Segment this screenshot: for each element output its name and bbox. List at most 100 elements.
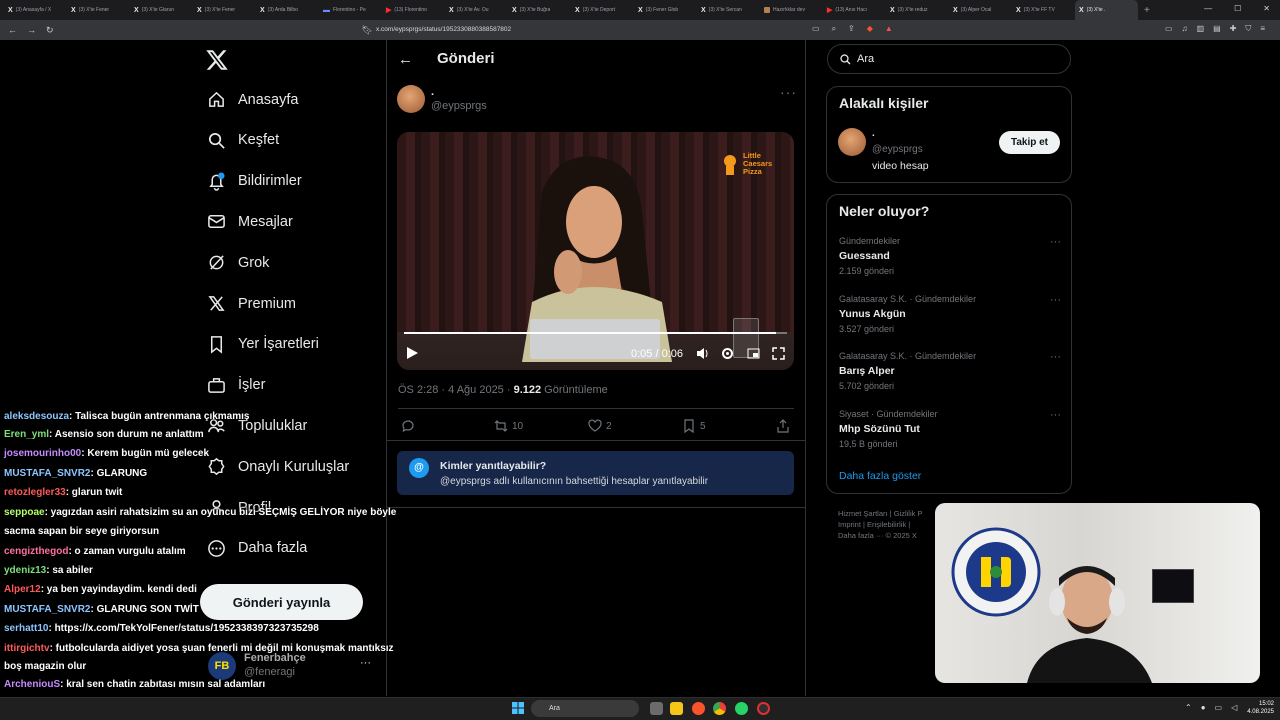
account-more-icon[interactable]: ··· [360,657,371,669]
trend-more-icon[interactable]: ··· [1050,409,1061,421]
follow-button[interactable]: Takip et [999,131,1060,154]
settings-gear-icon[interactable] [721,347,734,360]
share-icon[interactable]: ⇪ [848,24,855,34]
reload-icon[interactable]: ↻ [46,25,54,36]
browser-tab[interactable]: X (3) Alper Öcal [949,0,1012,20]
chat-username[interactable]: ittirgichtv [4,643,50,654]
volume-tray-icon[interactable]: ◁ [1231,703,1237,712]
related-avatar[interactable] [838,128,866,156]
video-progress-bar[interactable] [404,332,787,334]
browser-tab[interactable]: X (3) X'te Av. Ou [445,0,508,20]
post-button[interactable]: Gönderi yayınla [200,584,363,620]
chat-username[interactable]: serhatt10 [4,623,48,634]
extensions-icon[interactable]: ✚ [1230,24,1237,34]
search-input[interactable]: Ara [827,44,1071,74]
volume-icon[interactable] [696,347,709,360]
browser-tab[interactable]: X (3) Anasayfa / X [4,0,67,20]
minimize-icon[interactable]: — [1204,4,1212,13]
bookmark-button[interactable]: 5 [682,419,706,433]
file-explorer-icon[interactable] [670,702,683,715]
chat-username[interactable]: seppoae [4,507,45,518]
browser-tab[interactable]: Hazırlıklar dev [760,0,823,20]
chrome-icon[interactable] [713,702,726,715]
author-name[interactable]: . [431,86,434,98]
brave-shield-icon[interactable]: ◆ [867,24,873,34]
maximize-icon[interactable]: ☐ [1234,4,1241,13]
browser-tab[interactable]: X (3) X'te . [1075,0,1138,20]
mic-icon[interactable]: ● [1201,703,1206,712]
sidebar-toggle-icon[interactable]: ▭ [1165,24,1173,34]
back-icon[interactable]: ← [8,25,17,35]
repost-button[interactable]: 10 [494,419,523,433]
vpn-icon[interactable]: ⛉ [1245,24,1251,34]
split-icon[interactable]: ▥ [1197,24,1205,34]
obs-icon[interactable] [757,702,770,715]
menu-icon[interactable]: ≡ [1260,24,1265,34]
trend-item[interactable]: Siyaset · Gündemdekiler Mhp Sözünü Tut 19,… [839,409,1061,449]
chat-username[interactable]: retozlegler33 [4,487,66,498]
sidebar-item-mesajlar[interactable]: Mesajlar [207,212,293,231]
rewards-icon[interactable]: ▲ [885,24,893,34]
close-icon[interactable]: ✕ [1263,4,1270,13]
network-icon[interactable]: ▭ [1215,703,1223,712]
browser-tab[interactable]: X (3) X'te Deport [571,0,634,20]
brave-icon[interactable] [692,702,705,715]
related-handle[interactable]: @eypsprgs [872,144,923,155]
footer-line[interactable]: Hizmet Şartları | Gizlilik P [838,508,948,519]
account-avatar[interactable]: FB [208,652,236,680]
sidebar-item-daha-fazla[interactable]: Daha fazla [207,539,307,558]
browser-tab[interactable]: ▬ Florentino - Pe [319,0,382,20]
post-time[interactable]: ÖS 2:28 · 4 Ağu 2025 · [398,384,514,396]
browser-tab[interactable]: X (3) X'te reduz [886,0,949,20]
trend-item[interactable]: Galatasaray S.K. · Gündemdekiler Yunus Ak… [839,294,1061,334]
reply-button[interactable] [401,419,419,433]
x-logo-icon[interactable] [205,48,229,72]
taskbar-clock[interactable]: 15:02 4.08.2025 [1238,700,1274,716]
browser-tab[interactable]: ▶ (13) Anıs Hacı [823,0,886,20]
show-more-link[interactable]: Daha fazla göster [839,470,921,482]
picture-in-picture-icon[interactable] [747,347,760,360]
sidebar-item-yer-i-şaretleri[interactable]: Yer İşaretleri [207,335,319,354]
sidebar-item-anasayfa[interactable]: Anasayfa [207,90,298,109]
video-player[interactable]: Little Caesars Pizza 0:05 / 0:06 [397,132,794,370]
chat-username[interactable]: cengizthegod [4,546,68,557]
browser-tab[interactable]: X (3) X'te Fener [193,0,256,20]
browser-tab[interactable]: X (3) Fener Glob [634,0,697,20]
trend-more-icon[interactable]: ··· [1050,236,1061,248]
browser-tab[interactable]: X (3) X'te Sercan [697,0,760,20]
screen-icon[interactable]: ▭ [812,24,820,34]
chat-username[interactable]: Alper12 [4,584,41,595]
new-tab-button[interactable]: + [1144,5,1150,16]
chat-username[interactable]: Eren_yml [4,429,49,440]
sidebar-item-onaylı-kuruluşlar[interactable]: Onaylı Kuruluşlar [207,457,349,476]
browser-tab[interactable]: X (3) X'te Fener [67,0,130,20]
chat-username[interactable]: aleksdesouza [4,411,69,422]
play-icon[interactable] [407,347,418,359]
footer-line[interactable]: Imprint | Erişilebilirlik | [838,519,948,530]
post-more-icon[interactable]: ··· [780,84,797,100]
related-name[interactable]: . [872,128,875,139]
browser-tab[interactable]: X (3) X'te FF TV [1012,0,1075,20]
trend-item[interactable]: Gündemdekiler Guessand 2.159 gönderi ··· [839,236,1061,276]
taskbar-search[interactable]: Ara [531,700,639,717]
back-arrow-icon[interactable]: ← [398,51,413,68]
chat-username[interactable]: MUSTAFA_SNVR2 [4,468,91,479]
chat-username[interactable]: josemourinho00 [4,448,81,459]
share-button[interactable] [776,419,790,433]
trend-more-icon[interactable]: ··· [1050,294,1061,306]
fullscreen-icon[interactable] [772,347,785,360]
browser-tab[interactable]: ▶ (13) Florentino [382,0,445,20]
task-view-icon[interactable] [650,702,663,715]
browser-tab[interactable]: X (3) X'te Buğra [508,0,571,20]
tray-chevron-icon[interactable]: ⌃ [1185,703,1192,712]
wallet-icon[interactable]: ▤ [1213,24,1221,34]
chat-username[interactable]: ArcheniouS [4,679,60,690]
url-field[interactable]: x.com/eypsprgs/status/195233088038858780… [370,23,1110,37]
like-button[interactable]: 2 [588,419,612,433]
sidebar-item-premium[interactable]: Premium [207,294,296,313]
chat-username[interactable]: ydeniz13 [4,565,46,576]
sidebar-item-grok[interactable]: Grok [207,253,269,272]
forward-icon[interactable]: → [27,25,36,35]
whatsapp-icon[interactable] [735,702,748,715]
music-icon[interactable]: ♫ [1182,24,1188,34]
